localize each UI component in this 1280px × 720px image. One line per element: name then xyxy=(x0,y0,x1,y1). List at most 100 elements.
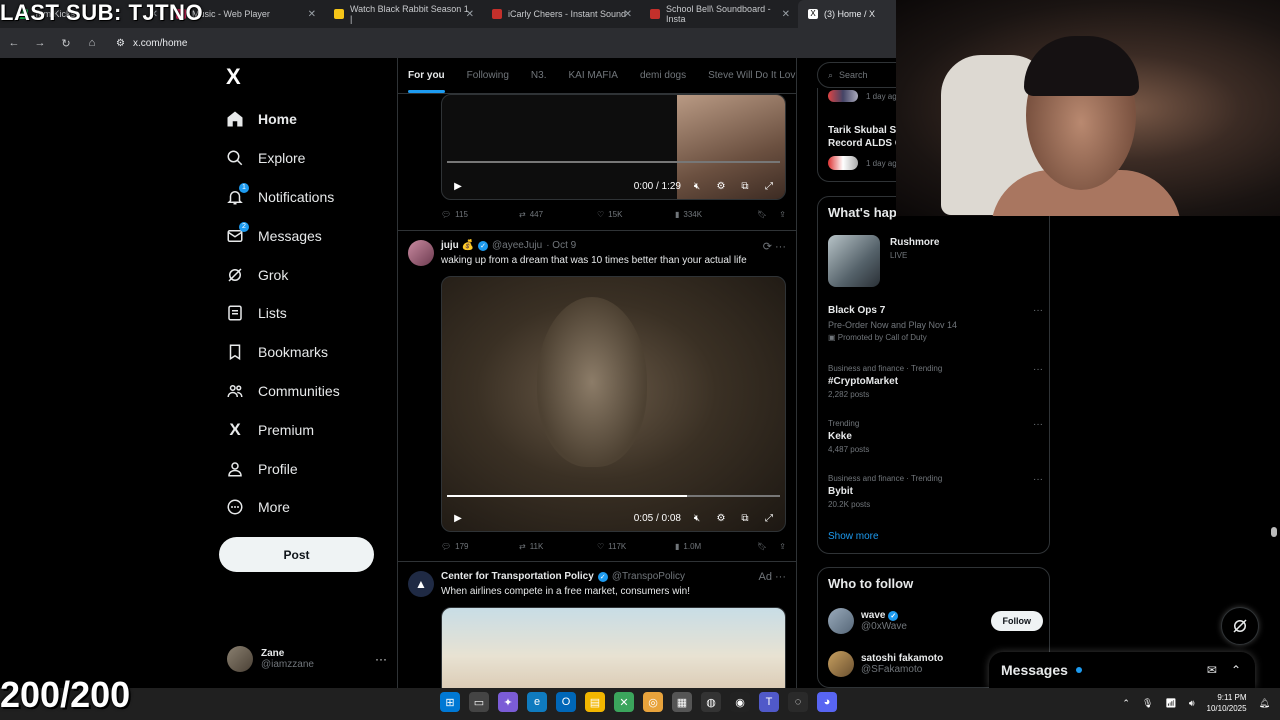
play-icon[interactable]: ▶ xyxy=(450,181,466,192)
post-video[interactable]: ▶ 0:00 / 1:29 🔇︎ ⚙ ⧉ ⤢ xyxy=(441,94,786,200)
video-progress-bar[interactable] xyxy=(447,161,780,163)
microphone-icon[interactable]: 🎙︎ xyxy=(1142,698,1153,709)
trend-item[interactable]: Business and finance · Trending Bybit 20… xyxy=(828,474,1043,509)
tab-for-you[interactable]: For you xyxy=(408,70,445,93)
close-icon[interactable]: ✕ xyxy=(782,9,790,20)
reply-button[interactable]: 💬︎ 179 xyxy=(441,542,519,551)
tray-chevron-icon[interactable]: ⌃ xyxy=(1122,698,1130,709)
clock[interactable]: 9:11 PM 10/10/2025 xyxy=(1207,692,1247,714)
obs-icon[interactable]: ◍ xyxy=(701,692,721,712)
author-handle[interactable]: @ayeeJuju xyxy=(492,240,542,251)
live-event[interactable]: Rushmore LIVE xyxy=(828,235,1043,287)
fullscreen-icon[interactable]: ⤢ xyxy=(761,181,777,192)
avatar[interactable] xyxy=(408,240,434,266)
sidebar-item-notifications[interactable]: 1 Notifications xyxy=(226,178,340,217)
trend-item[interactable]: Trending Keke 4,487 posts ··· xyxy=(828,419,1043,454)
author-name[interactable]: juju 💰 xyxy=(441,240,474,251)
post-button[interactable]: Post xyxy=(219,537,374,572)
news-headline[interactable]: Tarik Skubal S Record ALDS G xyxy=(828,124,903,150)
sidebar-item-premium[interactable]: X Premium xyxy=(226,410,340,449)
collapse-icon[interactable]: ⌃ xyxy=(1231,663,1241,677)
outlook-icon[interactable]: O xyxy=(556,692,576,712)
author-name[interactable]: Center for Transportation Policy xyxy=(441,571,594,582)
more-dots-icon[interactable]: ··· xyxy=(1033,364,1043,375)
post-date[interactable]: · Oct 9 xyxy=(546,240,576,251)
bookmark-icon[interactable]: 🔖︎ xyxy=(757,542,767,551)
copilot-icon[interactable]: ✦ xyxy=(498,692,518,712)
play-icon[interactable]: ▶ xyxy=(450,513,466,524)
close-icon[interactable]: ✕ xyxy=(466,9,474,20)
trend-item[interactable]: Black Ops 7 Pre-Order Now and Play Nov 1… xyxy=(828,305,1043,342)
sidebar-item-more[interactable]: More xyxy=(226,488,340,527)
tab-following[interactable]: Following xyxy=(467,70,509,81)
edge-icon[interactable]: e xyxy=(527,692,547,712)
pip-icon[interactable]: ⧉ xyxy=(737,181,753,192)
discord-icon[interactable]: ◕ xyxy=(817,692,837,712)
repost-button[interactable]: ⇄ 447 xyxy=(519,210,597,219)
notification-bell-icon[interactable]: 🔔︎ xyxy=(1259,698,1270,709)
browser-tab[interactable]: Watch Black Rabbit Season 1 | ✕ xyxy=(324,0,482,28)
wifi-icon[interactable]: 📶︎ xyxy=(1165,698,1176,709)
site-info-icon[interactable]: ⚙ xyxy=(116,38,125,49)
browser-tab[interactable]: iCarly Cheers - Instant Sound ✕ xyxy=(482,0,640,28)
file-explorer-icon[interactable]: ▤ xyxy=(585,692,605,712)
alienware-icon[interactable]: ◉ xyxy=(730,692,750,712)
settings-icon[interactable]: ⚙ xyxy=(713,181,729,192)
teams-icon[interactable]: T xyxy=(759,692,779,712)
more-dots-icon[interactable]: ··· xyxy=(1033,419,1043,430)
url-field[interactable]: ⚙ x.com/home xyxy=(116,38,187,49)
sidebar-item-lists[interactable]: Lists xyxy=(226,294,340,333)
app-icon[interactable]: ◌ xyxy=(788,692,808,712)
new-message-icon[interactable]: ✉ xyxy=(1207,663,1217,677)
close-icon[interactable]: ✕ xyxy=(308,9,316,20)
account-switcher[interactable]: Zane @iamzzane ··· xyxy=(227,644,387,674)
author-handle[interactable]: @TranspoPolicy xyxy=(612,571,685,582)
sidebar-item-bookmarks[interactable]: Bookmarks xyxy=(226,333,340,372)
like-button[interactable]: ♡ 15K xyxy=(597,210,675,219)
post-more-icon[interactable]: ⟳ ··· xyxy=(763,240,786,253)
repost-button[interactable]: ⇄ 11K xyxy=(519,542,597,551)
trend-item[interactable]: Business and finance · Trending #CryptoM… xyxy=(828,364,1043,399)
more-dots-icon[interactable]: ··· xyxy=(1033,474,1043,485)
share-icon[interactable]: ⇪ xyxy=(779,210,786,219)
reply-button[interactable]: 💬︎ 115 xyxy=(441,210,519,219)
browser-tab[interactable]: School Bell\ Soundboard - Insta ✕ xyxy=(640,0,798,28)
avatar[interactable]: ▲ xyxy=(408,571,434,597)
video-progress-bar[interactable] xyxy=(447,495,780,497)
show-more-link[interactable]: Show more xyxy=(828,531,879,542)
windows-start-icon[interactable]: ⊞ xyxy=(440,692,460,712)
home-browser-icon[interactable]: ⌂ xyxy=(86,37,98,49)
views-button[interactable]: ▮ 334K xyxy=(675,210,757,219)
follow-suggestion[interactable]: wave ✓ @0xWave Follow xyxy=(828,606,1043,636)
views-button[interactable]: ▮ 1.0M xyxy=(675,542,757,551)
reload-icon[interactable]: ↻ xyxy=(60,37,72,50)
back-icon[interactable]: ← xyxy=(8,37,20,49)
messages-drawer[interactable]: Messages ✉ ⌃ xyxy=(989,652,1255,688)
tab-demi-dogs[interactable]: demi dogs xyxy=(640,70,686,81)
post-more-icon[interactable]: Ad ··· xyxy=(758,571,786,583)
store-icon[interactable]: ▦ xyxy=(672,692,692,712)
settings-icon[interactable]: ⚙ xyxy=(713,513,729,524)
bookmark-icon[interactable]: 🔖︎ xyxy=(757,210,767,219)
sidebar-item-communities[interactable]: Communities xyxy=(226,372,340,411)
scrollbar-thumb[interactable] xyxy=(1271,527,1277,537)
more-dots-icon[interactable]: ··· xyxy=(375,652,387,666)
xbox-icon[interactable]: ✕ xyxy=(614,692,634,712)
close-icon[interactable]: ✕ xyxy=(624,9,632,20)
task-view-icon[interactable]: ▭ xyxy=(469,692,489,712)
pip-icon[interactable]: ⧉ xyxy=(737,513,753,524)
grok-floating-button[interactable] xyxy=(1221,607,1259,645)
like-button[interactable]: ♡ 117K xyxy=(597,542,675,551)
more-dots-icon[interactable]: ··· xyxy=(1033,305,1043,316)
post-video[interactable]: ▶ 0:05 / 0:08 🔇︎ ⚙ ⧉ ⤢ xyxy=(441,276,786,532)
fullscreen-icon[interactable]: ⤢ xyxy=(761,513,777,524)
follow-button[interactable]: Follow xyxy=(990,611,1043,631)
sidebar-item-explore[interactable]: Explore xyxy=(226,139,340,178)
mute-icon[interactable]: 🔇︎ xyxy=(689,513,705,524)
sidebar-item-profile[interactable]: Profile xyxy=(226,449,340,488)
forward-icon[interactable]: → xyxy=(34,37,46,49)
share-icon[interactable]: ⇪ xyxy=(779,542,786,551)
chrome-icon[interactable]: ◎ xyxy=(643,692,663,712)
x-logo-icon[interactable]: X xyxy=(226,64,241,90)
post-image[interactable] xyxy=(441,607,786,688)
